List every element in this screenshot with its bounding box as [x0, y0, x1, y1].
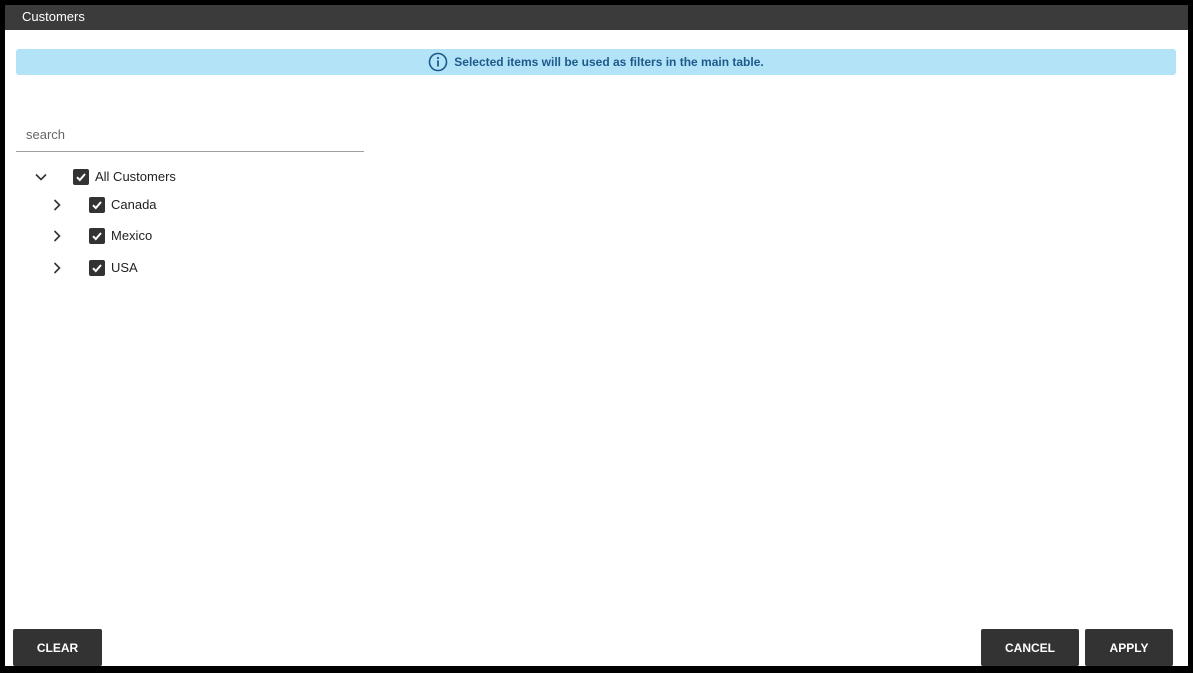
tree-node-canada: Canada [30, 193, 230, 217]
tree-node-usa: USA [30, 256, 230, 280]
customers-dialog: Customers Selected items will be used as… [5, 5, 1188, 666]
dialog-titlebar: Customers [5, 5, 1188, 30]
cancel-button[interactable]: CANCEL [981, 629, 1079, 666]
search-input[interactable] [16, 119, 364, 149]
tree-node-all-customers: All Customers [30, 165, 230, 189]
info-icon [428, 52, 448, 72]
chevron-right-icon[interactable] [49, 197, 65, 213]
tree-label-mexico[interactable]: Mexico [111, 227, 152, 245]
search-field [16, 119, 364, 152]
chevron-down-icon[interactable] [33, 169, 49, 185]
chevron-right-icon[interactable] [49, 228, 65, 244]
usa-checkbox[interactable] [89, 260, 105, 276]
apply-button[interactable]: APPLY [1085, 629, 1173, 666]
all-customers-checkbox[interactable] [73, 169, 89, 185]
canada-checkbox[interactable] [89, 197, 105, 213]
info-banner: Selected items will be used as filters i… [16, 49, 1176, 75]
info-banner-text: Selected items will be used as filters i… [454, 55, 764, 69]
mexico-checkbox[interactable] [89, 228, 105, 244]
tree-node-mexico: Mexico [30, 224, 230, 248]
clear-button[interactable]: CLEAR [13, 629, 102, 666]
dialog-title: Customers [22, 9, 85, 24]
tree-label-all-customers[interactable]: All Customers [95, 168, 176, 186]
tree-label-usa[interactable]: USA [111, 259, 138, 277]
tree-label-canada[interactable]: Canada [111, 196, 157, 214]
chevron-right-icon[interactable] [49, 260, 65, 276]
